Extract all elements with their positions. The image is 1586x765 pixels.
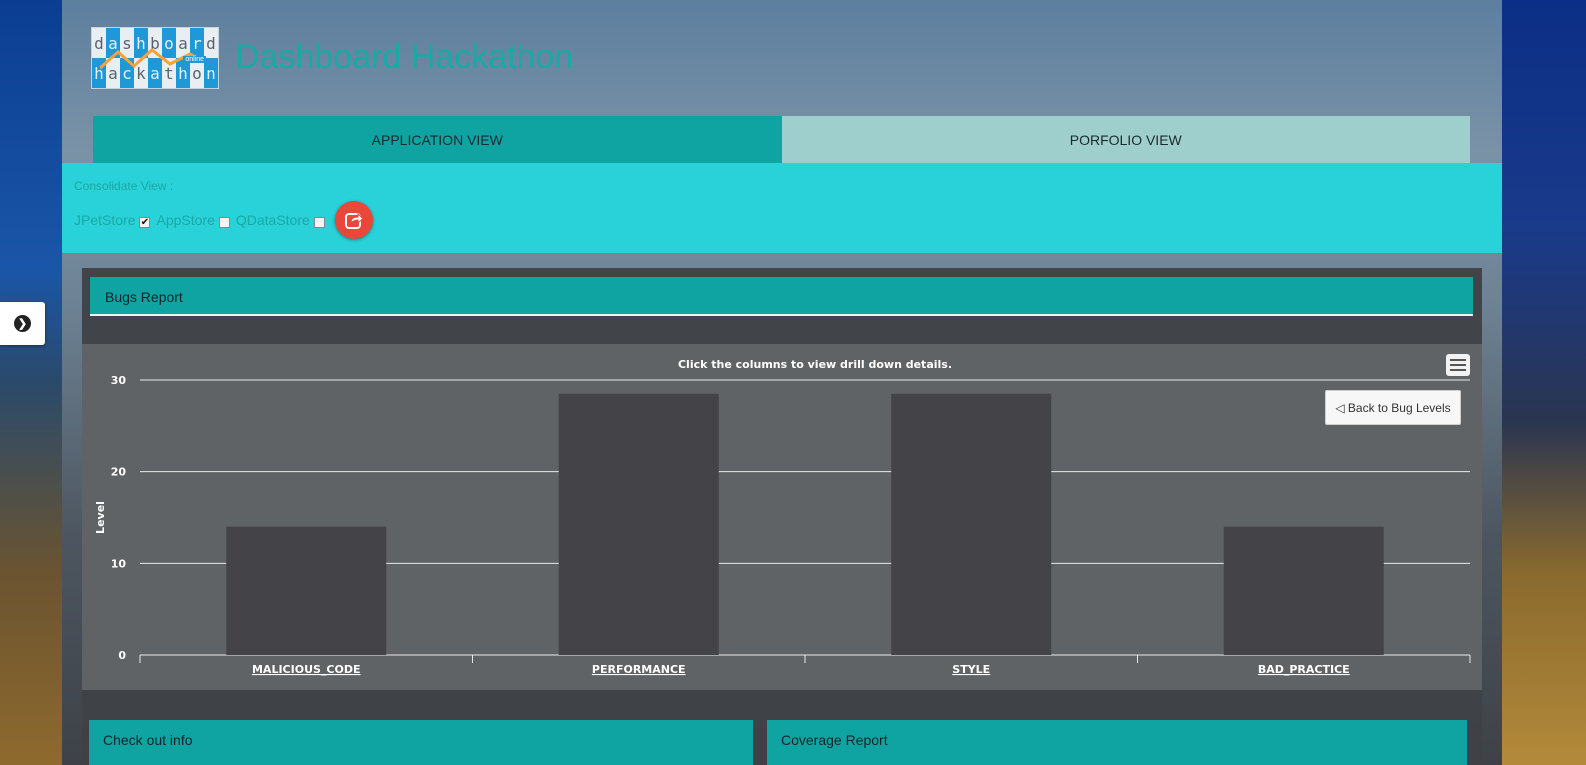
bar[interactable] xyxy=(558,393,719,655)
consolidate-label: Consolidate View : xyxy=(74,179,174,193)
background-right xyxy=(1500,0,1586,765)
tab-portfolio-view[interactable]: PORFOLIO VIEW xyxy=(781,116,1470,163)
view-tabs: APPLICATION VIEW PORFOLIO VIEW xyxy=(93,116,1470,163)
y-tick-label: 30 xyxy=(111,374,127,387)
bugs-chart: Click the columns to view drill down det… xyxy=(82,344,1482,690)
bar-chart: Click the columns to view drill down det… xyxy=(94,358,1471,676)
y-axis-label: Level xyxy=(94,501,107,534)
coverage-report-card: Coverage Report xyxy=(767,720,1467,765)
x-tick-label[interactable]: BAD_PRACTICE xyxy=(1258,663,1350,676)
checkbox-appstore[interactable] xyxy=(218,216,230,228)
chart-title: Click the columns to view drill down det… xyxy=(678,358,952,371)
main-container: d a s h b o a r d h a c k a t h o n onli… xyxy=(62,0,1502,765)
check-out-info-card: Check out info xyxy=(89,720,753,765)
bar[interactable] xyxy=(226,526,387,655)
checkbox-qdatastore[interactable] xyxy=(313,216,325,228)
logo-letter: d xyxy=(206,33,216,53)
x-tick-label[interactable]: PERFORMANCE xyxy=(592,663,686,676)
sidebar-toggle-button[interactable]: ❯ xyxy=(0,302,45,345)
consolidate-view-bar: Consolidate View : JPetStore ✔ AppStore … xyxy=(62,163,1502,253)
background-left xyxy=(0,0,62,765)
y-tick-label: 10 xyxy=(111,557,127,570)
tab-label: PORFOLIO VIEW xyxy=(1069,131,1182,148)
consolidate-options: JPetStore ✔ AppStore QDataStore xyxy=(74,201,373,239)
logo-tag: online xyxy=(183,56,206,63)
app-title: Dashboard Hackathon xyxy=(235,38,574,76)
share-arrow-icon xyxy=(344,212,364,229)
chevron-right-circle-icon: ❯ xyxy=(14,315,31,332)
bugs-report-header: Bugs Report xyxy=(90,277,1473,316)
bar[interactable] xyxy=(891,393,1052,655)
option-label-appstore: AppStore xyxy=(156,212,215,228)
consolidate-go-button[interactable] xyxy=(334,201,373,239)
bar[interactable] xyxy=(1223,526,1384,655)
tab-application-view[interactable]: APPLICATION VIEW xyxy=(93,116,782,163)
hamburger-menu-icon[interactable] xyxy=(1446,354,1470,376)
y-tick-label: 20 xyxy=(111,466,127,479)
back-button-label: ◁ Back to Bug Levels xyxy=(1335,400,1451,415)
tab-label: APPLICATION VIEW xyxy=(371,131,503,148)
y-tick-label: 0 xyxy=(118,649,126,662)
header: d a s h b o a r d h a c k a t h o n onli… xyxy=(62,0,1502,116)
x-tick-label[interactable]: STYLE xyxy=(952,663,990,676)
logo-letter: n xyxy=(204,58,218,88)
option-label-jpetstore: JPetStore xyxy=(74,212,136,228)
card-title: Check out info xyxy=(103,732,193,748)
logo: d a s h b o a r d h a c k a t h o n onli… xyxy=(91,27,219,89)
card-title: Coverage Report xyxy=(781,732,888,748)
back-to-bug-levels-button[interactable]: ◁ Back to Bug Levels xyxy=(1325,390,1461,425)
option-label-qdatastore: QDataStore xyxy=(235,212,310,228)
panel-title: Bugs Report xyxy=(105,289,183,305)
checkbox-jpetstore[interactable]: ✔ xyxy=(139,216,151,228)
x-tick-label[interactable]: MALICIOUS_CODE xyxy=(252,663,361,676)
